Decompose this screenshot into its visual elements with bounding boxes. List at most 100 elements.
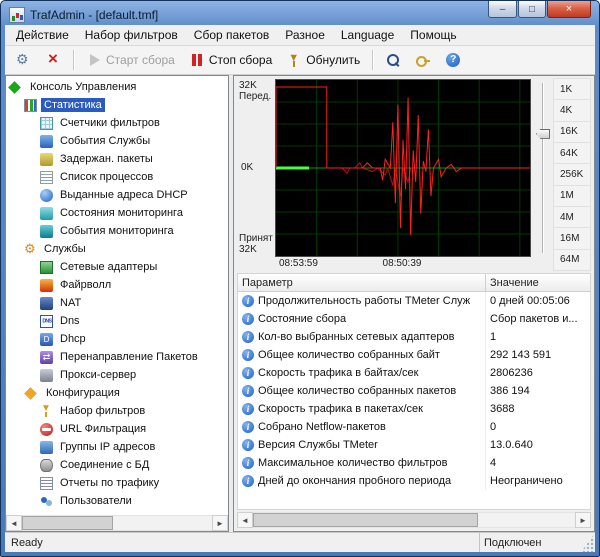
table-row[interactable]: iПродолжительность работы TMeter Служ0 д… <box>238 292 590 310</box>
param-column-header[interactable]: Параметр <box>238 274 486 291</box>
tree-item-urlfilter[interactable]: URL Фильтрация <box>6 420 228 438</box>
table-row[interactable]: iСобрано Netflow-пакетов0 <box>238 418 590 436</box>
window-controls: – □ × <box>488 1 591 18</box>
menu-item-filter-set[interactable]: Набор фильтров <box>77 26 186 44</box>
table-row[interactable]: iВерсия Службы TMeter13.0.640 <box>238 436 590 454</box>
menu-item-action[interactable]: Действие <box>8 26 77 44</box>
tree-item-dns[interactable]: Dns <box>6 312 228 330</box>
rx-scale-label: 32K <box>239 244 273 255</box>
mon-state-icon <box>40 207 53 220</box>
info-icon: i <box>242 457 254 469</box>
tree-item-counters[interactable]: Счетчики фильтров <box>6 114 228 132</box>
scale-slider-track[interactable] <box>542 83 544 253</box>
dhcp-icon <box>40 333 53 346</box>
resize-grip[interactable] <box>581 533 595 552</box>
info-icon: i <box>242 421 254 433</box>
main-area: Консоль УправленияСтатистикаСчетчики фил… <box>5 75 595 532</box>
table-hscrollbar[interactable]: ◄ ► <box>237 512 591 528</box>
menu-item-help[interactable]: Помощь <box>402 26 464 44</box>
param-text: Продолжительность работы TMeter Служ <box>258 295 470 307</box>
console-icon <box>8 81 21 94</box>
license-button[interactable] <box>409 48 437 72</box>
tree-item-users[interactable]: Пользователи <box>6 492 228 510</box>
tree-item-processes[interactable]: Список процессов <box>6 168 228 186</box>
menu-item-language[interactable]: Language <box>333 26 402 44</box>
param-cell: iСостояние сбора <box>238 310 486 328</box>
tree-item-label: NAT <box>57 296 84 310</box>
table-row[interactable]: iОбщее количество собранных байт292 143 … <box>238 346 590 364</box>
tree-item-db[interactable]: Соединение с БД <box>6 456 228 474</box>
scroll-track[interactable] <box>22 515 212 531</box>
scroll-thumb[interactable] <box>253 513 478 527</box>
svc-events-icon <box>40 135 53 148</box>
filterset-icon <box>40 405 53 418</box>
table-row[interactable]: iСкорость трафика в пакетах/сек3688 <box>238 400 590 418</box>
delete-button[interactable] <box>39 48 67 72</box>
scale-slider[interactable] <box>533 79 553 271</box>
tree-item-mon-events[interactable]: События мониторинга <box>6 222 228 240</box>
tree-item-stats[interactable]: Статистика <box>6 96 228 114</box>
tx-scale-label: 32K <box>239 80 271 91</box>
reset-counters-button[interactable]: Обнулить <box>280 48 366 72</box>
tree-item-services[interactable]: Службы <box>6 240 228 258</box>
dhcp-leases-icon <box>40 189 53 202</box>
tree-item-mon-state[interactable]: Состояния мониторинга <box>6 204 228 222</box>
table-row[interactable]: iОбщее количество собранных пакетов386 1… <box>238 382 590 400</box>
minimize-button[interactable]: – <box>488 1 517 18</box>
table-row[interactable]: iСкорость трафика в байтах/сек2806236 <box>238 364 590 382</box>
menu-item-misc[interactable]: Разное <box>277 26 333 44</box>
tree-item-adapters[interactable]: Сетевые адаптеры <box>6 258 228 276</box>
tree-item-console[interactable]: Консоль Управления <box>6 78 228 96</box>
tree-item-config[interactable]: Конфигурация <box>6 384 228 402</box>
tree-item-firewall[interactable]: Файрволл <box>6 276 228 294</box>
param-text: Собрано Netflow-пакетов <box>258 421 386 433</box>
tree-item-reports[interactable]: Отчеты по трафику <box>6 474 228 492</box>
redirect-icon <box>40 351 53 364</box>
tree-hscrollbar[interactable]: ◄ ► <box>6 515 228 531</box>
filter-editor-button[interactable] <box>379 48 407 72</box>
tree: Консоль УправленияСтатистикаСчетчики фил… <box>6 76 228 515</box>
status-text: Ready <box>11 537 43 549</box>
tree-item-label: Перенаправление Пакетов <box>57 350 201 364</box>
table-row[interactable]: iМаксимальное количество фильтров4 <box>238 454 590 472</box>
scroll-right-arrow[interactable]: ► <box>212 515 228 531</box>
start-capture-button[interactable]: Старт сбора <box>80 48 181 72</box>
value-column-header[interactable]: Значение <box>486 274 590 291</box>
toolbar: Старт сбораСтоп сбораОбнулить <box>5 46 595 75</box>
menubar: ДействиеНабор фильтровСбор пакетовРазное… <box>5 25 595 46</box>
param-cell: iСкорость трафика в пакетах/сек <box>238 400 486 418</box>
scale-slider-handle[interactable] <box>536 129 550 139</box>
services-icon <box>24 243 37 256</box>
table-row[interactable]: iДней до окончания пробного периодаНеогр… <box>238 472 590 490</box>
tree-item-dhcp-leases[interactable]: Выданные адреса DHCP <box>6 186 228 204</box>
scroll-right-arrow[interactable]: ► <box>575 512 591 528</box>
stop-capture-button[interactable]: Стоп сбора <box>183 48 278 72</box>
menu-item-packet-capture[interactable]: Сбор пакетов <box>186 26 277 44</box>
tree-item-ipgroups[interactable]: Группы IP адресов <box>6 438 228 456</box>
help-button[interactable] <box>439 48 467 72</box>
toolbar-separator <box>73 50 74 70</box>
tree-item-nat[interactable]: NAT <box>6 294 228 312</box>
scroll-left-arrow[interactable]: ◄ <box>237 512 253 528</box>
tree-item-label: Состояния мониторинга <box>57 206 186 220</box>
param-text: Дней до окончания пробного периода <box>258 475 451 487</box>
scroll-thumb[interactable] <box>22 516 113 530</box>
tree-item-redirect[interactable]: Перенаправление Пакетов <box>6 348 228 366</box>
tree-item-proxy[interactable]: Прокси-сервер <box>6 366 228 384</box>
value-cell: 292 143 591 <box>486 346 590 364</box>
firewall-icon <box>40 279 53 292</box>
table-row[interactable]: iСостояние сбораСбор пакетов и... <box>238 310 590 328</box>
maximize-button[interactable]: □ <box>518 1 546 18</box>
scroll-track[interactable] <box>253 512 575 528</box>
scroll-left-arrow[interactable]: ◄ <box>6 515 22 531</box>
traffic-graph-section: 32K Перед. 0K Принят 32K <box>237 79 591 271</box>
settings-button[interactable] <box>9 48 37 72</box>
tree-item-filterset[interactable]: Набор фильтров <box>6 402 228 420</box>
table-row[interactable]: iКол-во выбранных сетевых адаптеров1 <box>238 328 590 346</box>
titlebar[interactable]: TrafAdmin - [default.tmf] – □ × <box>5 1 595 25</box>
tree-item-dhcp[interactable]: Dhcp <box>6 330 228 348</box>
close-button[interactable]: × <box>547 1 591 18</box>
tree-item-svc-events[interactable]: События Службы <box>6 132 228 150</box>
tree-item-label: Задержан. пакеты <box>57 152 156 166</box>
tree-item-delayed[interactable]: Задержан. пакеты <box>6 150 228 168</box>
